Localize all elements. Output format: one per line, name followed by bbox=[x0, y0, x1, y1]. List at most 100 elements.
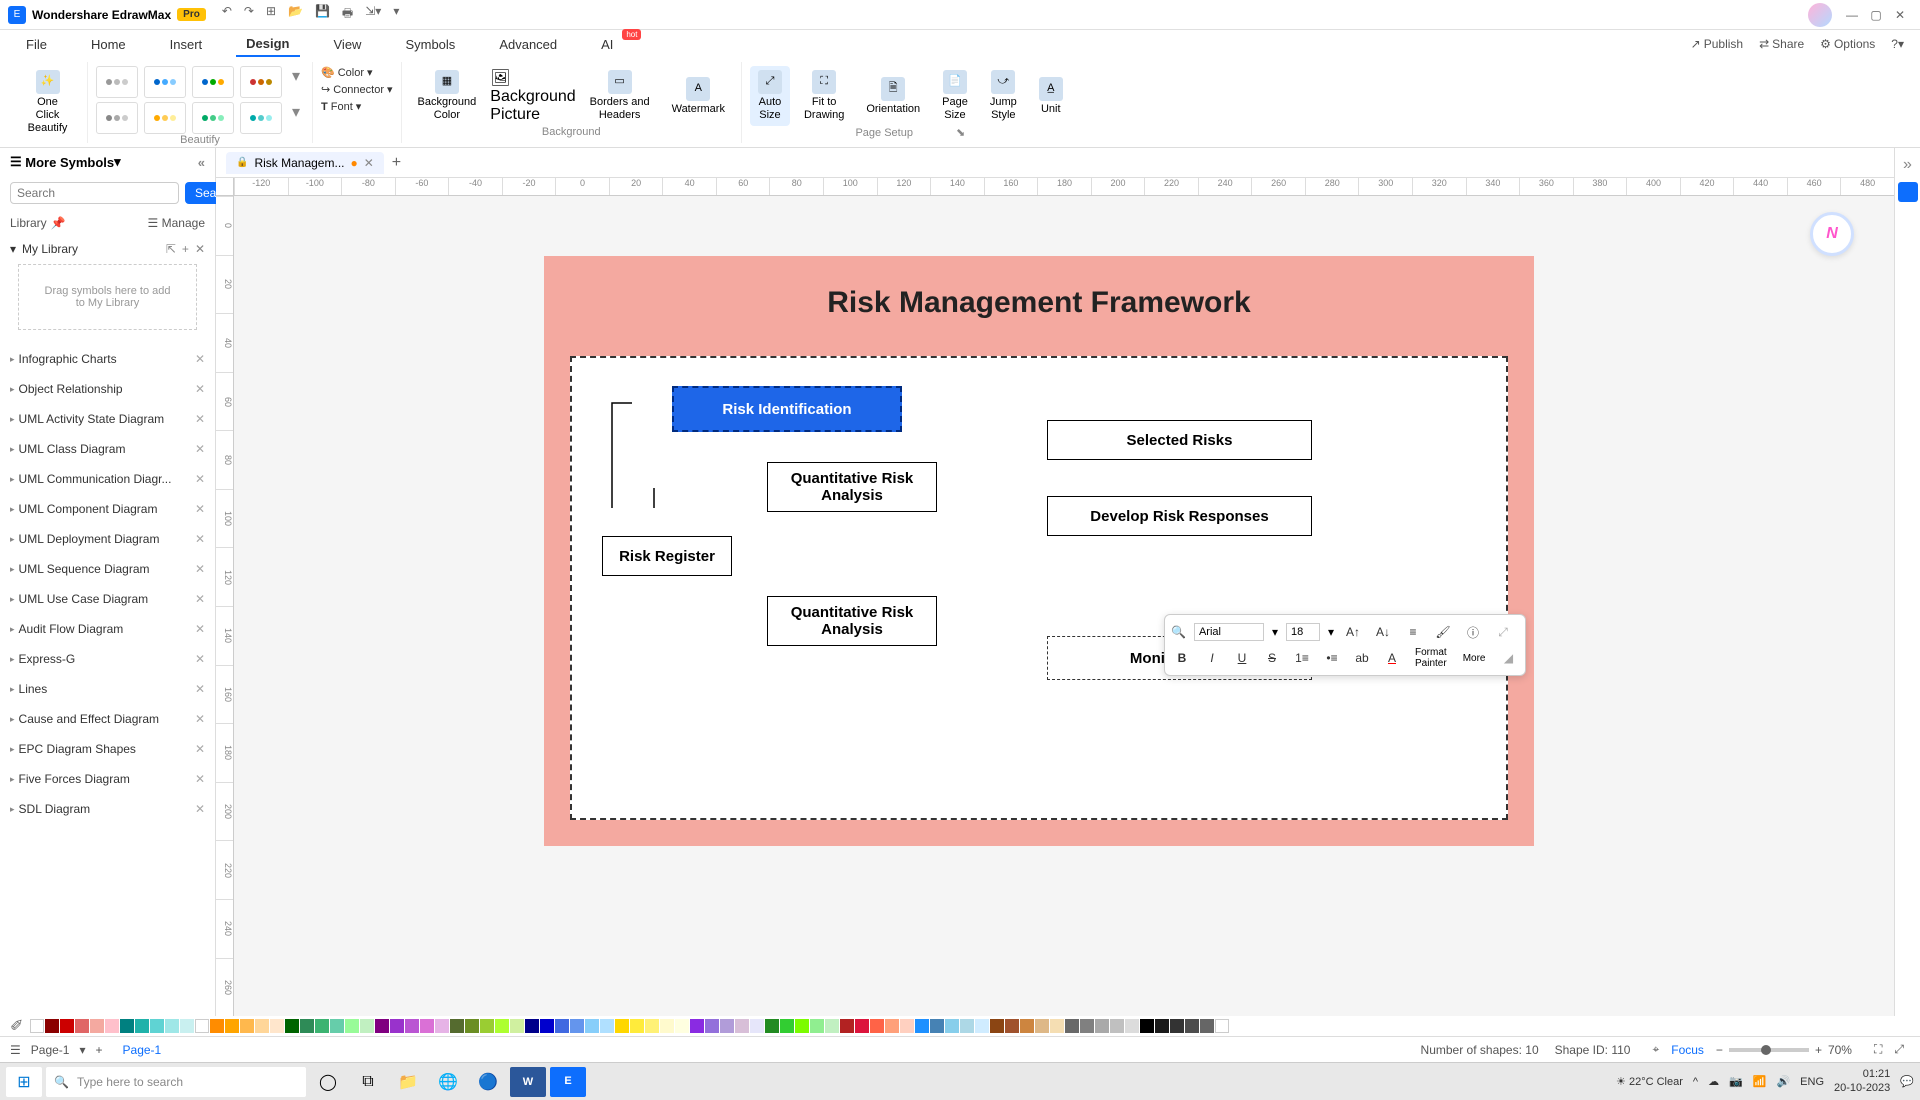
color-swatch[interactable] bbox=[645, 1019, 659, 1033]
more-button[interactable]: More bbox=[1459, 653, 1490, 664]
color-swatch[interactable] bbox=[690, 1019, 704, 1033]
lib-item-close-icon[interactable]: ✕ bbox=[195, 442, 205, 456]
color-dropdown[interactable]: 🎨 Color ▾ bbox=[321, 66, 393, 79]
user-avatar[interactable] bbox=[1808, 3, 1832, 27]
tab-close-icon[interactable]: ✕ bbox=[364, 156, 374, 170]
menu-advanced[interactable]: Advanced bbox=[489, 33, 567, 56]
color-swatch[interactable] bbox=[600, 1019, 614, 1033]
theme-preset-3[interactable] bbox=[192, 66, 234, 98]
zoom-slider[interactable] bbox=[1729, 1048, 1809, 1052]
share-button[interactable]: ⇄ Share bbox=[1759, 37, 1804, 51]
color-swatch[interactable] bbox=[60, 1019, 74, 1033]
color-swatch[interactable] bbox=[810, 1019, 824, 1033]
color-swatch[interactable] bbox=[150, 1019, 164, 1033]
page-list-icon[interactable]: ☰ bbox=[10, 1043, 21, 1057]
taskbar-edrawmax-icon[interactable]: E bbox=[550, 1067, 586, 1097]
qat-new-icon[interactable]: ⊞ bbox=[266, 4, 276, 25]
lib-item-close-icon[interactable]: ✕ bbox=[195, 412, 205, 426]
mylib-dropzone[interactable]: Drag symbols here to add to My Library bbox=[18, 264, 197, 330]
tray-expand-icon[interactable]: ^ bbox=[1693, 1076, 1698, 1088]
lib-item-close-icon[interactable]: ✕ bbox=[195, 742, 205, 756]
color-swatch[interactable] bbox=[885, 1019, 899, 1033]
color-swatch[interactable] bbox=[660, 1019, 674, 1033]
tray-notifications-icon[interactable]: 💬 bbox=[1900, 1075, 1914, 1088]
undo-button[interactable]: ↶ bbox=[222, 4, 232, 25]
color-swatch[interactable] bbox=[90, 1019, 104, 1033]
node-develop-responses[interactable]: Develop Risk Responses bbox=[1047, 496, 1312, 536]
library-category-item[interactable]: ▸Audit Flow Diagram✕ bbox=[0, 614, 215, 644]
taskbar-cortana-icon[interactable]: ◯ bbox=[310, 1067, 346, 1097]
taskbar-edge-icon[interactable]: 🌐 bbox=[430, 1067, 466, 1097]
color-swatch[interactable] bbox=[750, 1019, 764, 1033]
color-swatch[interactable] bbox=[1095, 1019, 1109, 1033]
tray-wifi-icon[interactable]: 📶 bbox=[1753, 1075, 1767, 1088]
taskbar-taskview-icon[interactable]: ⧉ bbox=[350, 1067, 386, 1097]
mylib-expand-icon[interactable]: ▾ bbox=[10, 242, 16, 256]
bold-button[interactable]: B bbox=[1171, 647, 1193, 669]
library-category-item[interactable]: ▸Express-G✕ bbox=[0, 644, 215, 674]
fullscreen-icon[interactable]: ⤢ bbox=[1894, 1042, 1904, 1057]
tray-clock[interactable]: 01:21 20-10-2023 bbox=[1834, 1068, 1890, 1094]
ai-assistant-badge[interactable]: N bbox=[1810, 212, 1854, 256]
info-icon[interactable]: ⓘ bbox=[1462, 621, 1484, 643]
font-size-input[interactable] bbox=[1286, 623, 1320, 641]
color-swatch[interactable] bbox=[825, 1019, 839, 1033]
underline-button[interactable]: U bbox=[1231, 647, 1253, 669]
help-button[interactable]: ?▾ bbox=[1891, 37, 1904, 51]
menu-design[interactable]: Design bbox=[236, 32, 299, 57]
color-swatch[interactable] bbox=[135, 1019, 149, 1033]
fit-drawing-button[interactable]: ⛶Fit to Drawing bbox=[796, 66, 852, 126]
pagesetup-launcher-icon[interactable]: ⬊ bbox=[956, 127, 965, 139]
color-swatch[interactable] bbox=[435, 1019, 449, 1033]
auto-size-button[interactable]: ⤢Auto Size bbox=[750, 66, 790, 126]
library-category-item[interactable]: ▸UML Use Case Diagram✕ bbox=[0, 584, 215, 614]
color-swatch[interactable] bbox=[345, 1019, 359, 1033]
fit-page-icon[interactable]: ⛶ bbox=[1874, 1042, 1882, 1057]
library-category-item[interactable]: ▸UML Deployment Diagram✕ bbox=[0, 524, 215, 554]
color-swatch[interactable] bbox=[330, 1019, 344, 1033]
page-tab-1[interactable]: Page-1 bbox=[113, 1041, 172, 1059]
color-swatch[interactable] bbox=[1050, 1019, 1064, 1033]
node-selected-risks[interactable]: Selected Risks bbox=[1047, 420, 1312, 460]
color-swatch[interactable] bbox=[75, 1019, 89, 1033]
library-category-item[interactable]: ▸Cause and Effect Diagram✕ bbox=[0, 704, 215, 734]
color-swatch[interactable] bbox=[1035, 1019, 1049, 1033]
color-swatch[interactable] bbox=[180, 1019, 194, 1033]
right-panel-tool[interactable] bbox=[1898, 182, 1918, 202]
theme-preset-2[interactable] bbox=[144, 66, 186, 98]
add-tab-button[interactable]: + bbox=[392, 154, 401, 172]
color-swatch[interactable] bbox=[780, 1019, 794, 1033]
lib-item-close-icon[interactable]: ✕ bbox=[195, 712, 205, 726]
focus-mode-button[interactable]: Focus bbox=[1671, 1043, 1704, 1057]
color-swatch[interactable] bbox=[270, 1019, 284, 1033]
bg-picture-button[interactable]: 🖼Background Picture bbox=[490, 68, 575, 124]
theme-preset-8[interactable] bbox=[240, 102, 282, 134]
color-swatch[interactable] bbox=[960, 1019, 974, 1033]
page-size-button[interactable]: 📄Page Size bbox=[934, 66, 976, 126]
tray-onedrive-icon[interactable]: ☁ bbox=[1708, 1075, 1719, 1088]
tray-volume-icon[interactable]: 🔊 bbox=[1776, 1075, 1790, 1088]
menu-symbols[interactable]: Symbols bbox=[395, 33, 465, 56]
connector-dropdown[interactable]: ↪ Connector ▾ bbox=[321, 83, 393, 96]
qat-more-icon[interactable]: ▾ bbox=[393, 4, 399, 25]
page-selector-dropdown-icon[interactable]: ▾ bbox=[79, 1043, 85, 1057]
color-swatch[interactable] bbox=[900, 1019, 914, 1033]
color-swatch[interactable] bbox=[855, 1019, 869, 1033]
text-highlight-icon[interactable]: ab bbox=[1351, 647, 1373, 669]
menu-home[interactable]: Home bbox=[81, 33, 136, 56]
lib-item-close-icon[interactable]: ✕ bbox=[195, 682, 205, 696]
color-swatch[interactable] bbox=[465, 1019, 479, 1033]
font-search-icon[interactable]: 🔍 bbox=[1171, 625, 1186, 639]
color-swatch[interactable] bbox=[765, 1019, 779, 1033]
color-swatch[interactable] bbox=[1155, 1019, 1169, 1033]
menu-view[interactable]: View bbox=[324, 33, 372, 56]
font-size-dropdown-icon[interactable]: ▾ bbox=[1328, 625, 1334, 639]
color-swatch[interactable] bbox=[585, 1019, 599, 1033]
qat-print-icon[interactable]: 🖶 bbox=[342, 4, 353, 25]
options-button[interactable]: ⚙ Options bbox=[1820, 37, 1875, 51]
lib-item-close-icon[interactable]: ✕ bbox=[195, 532, 205, 546]
lib-item-close-icon[interactable]: ✕ bbox=[195, 562, 205, 576]
zoom-in-button[interactable]: + bbox=[1815, 1043, 1822, 1057]
float-resize-icon[interactable]: ◢ bbox=[1497, 647, 1519, 669]
color-swatch[interactable] bbox=[795, 1019, 809, 1033]
